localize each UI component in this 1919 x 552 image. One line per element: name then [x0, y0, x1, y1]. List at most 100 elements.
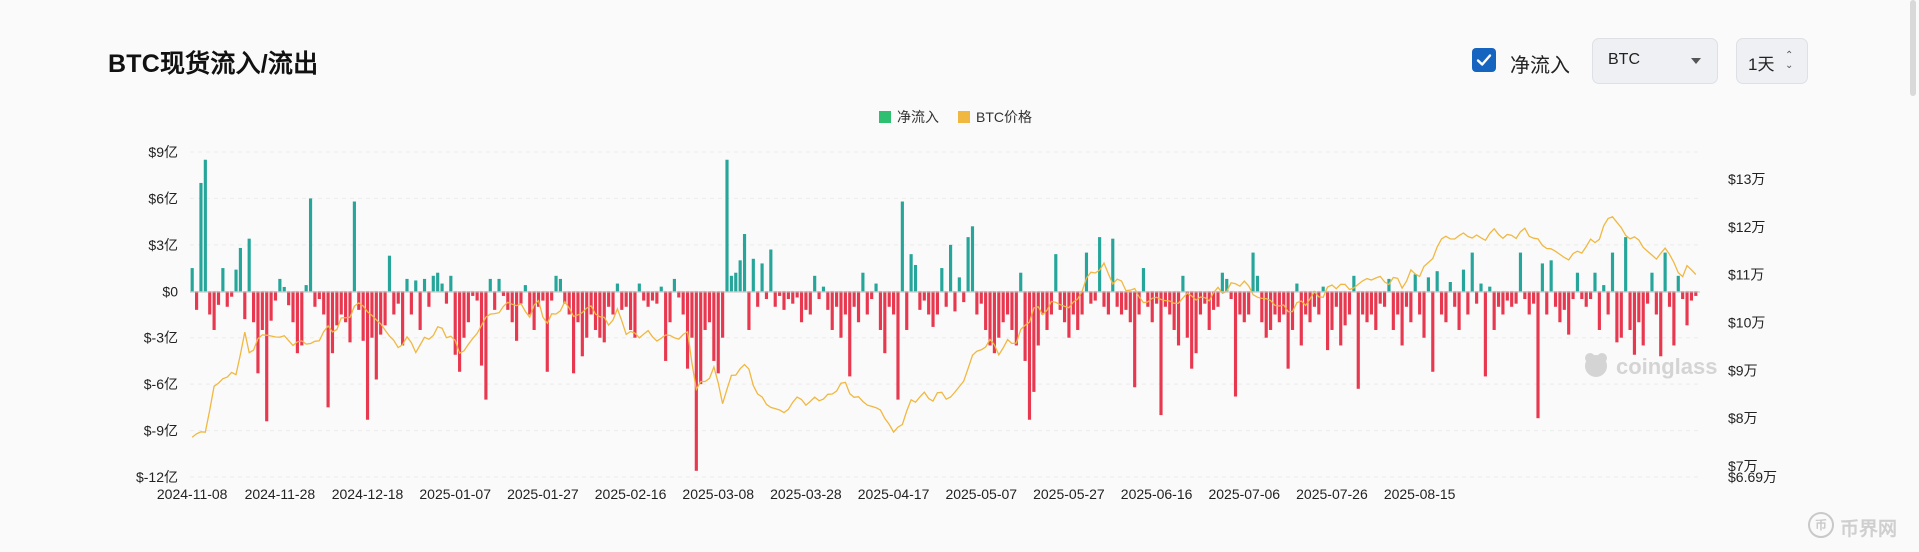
legend-label-netflow[interactable]: 净流入 — [897, 109, 939, 125]
netflow-bar — [856, 291, 861, 323]
x-tick-label: 2025-05-07 — [945, 486, 1017, 502]
netflow-bar — [1005, 291, 1010, 315]
netflow-bar — [672, 278, 676, 292]
netflow-bar — [1172, 291, 1176, 330]
netflow-bar — [401, 291, 405, 346]
netflow-bar — [1488, 286, 1492, 292]
netflow-bar — [1659, 291, 1663, 357]
y-right-axis: $13万$12万$11万$10万$9万$8万$7万$6.69万 — [1728, 171, 1777, 485]
coinglass-watermark: coinglass — [1585, 353, 1717, 379]
y-left-tick-label: $-3亿 — [144, 330, 178, 346]
netflow-bar — [935, 291, 940, 315]
checkmark-icon — [1476, 54, 1492, 66]
netflow-bar — [572, 291, 576, 374]
y-right-tick-label: $8万 — [1728, 410, 1758, 426]
asset-select[interactable]: BTC — [1592, 38, 1718, 84]
netflow-bar — [1326, 291, 1330, 351]
netflow-bar — [497, 278, 501, 292]
netflow-bar — [988, 291, 992, 346]
netflow-bar — [839, 291, 843, 338]
netflow-bar — [1141, 268, 1146, 292]
netflow-bar — [282, 286, 286, 292]
y-left-tick-label: $-12亿 — [136, 469, 178, 485]
netflow-bar — [383, 291, 387, 326]
netflow-bar — [835, 291, 839, 307]
netflow-bar — [637, 283, 641, 292]
netflow-bar — [782, 291, 786, 310]
interval-select[interactable]: 1天 ⌃ ⌄ — [1736, 38, 1808, 84]
netflow-bar — [1632, 291, 1637, 355]
netflow-bar — [1159, 291, 1163, 416]
netflow-bar — [418, 291, 422, 330]
netflow-bar — [1689, 291, 1694, 301]
netflow-bar — [405, 278, 409, 292]
page-scrollbar[interactable] — [1910, 0, 1916, 96]
y-left-tick-label: $0 — [162, 283, 178, 299]
netflow-bar — [716, 291, 720, 374]
netflow-bar — [221, 268, 225, 292]
netflow-bars — [190, 159, 1698, 471]
netflow-bar — [1365, 291, 1369, 323]
netflow-bar — [251, 291, 256, 323]
netflow-bar — [681, 291, 685, 315]
netflow-checkbox[interactable] — [1472, 48, 1496, 72]
netflow-bar — [905, 291, 909, 330]
netflow-bar — [742, 234, 747, 292]
netflow-bar — [913, 264, 918, 292]
netflow-bar — [1067, 291, 1071, 338]
netflow-bar — [1514, 291, 1518, 304]
netflow-label[interactable]: 净流入 — [1510, 49, 1570, 78]
y-left-axis: $9亿 $6亿 $3亿 $0 $-3亿 $-6亿 $-9亿 $-12亿 — [136, 144, 178, 485]
btc-price-line — [191, 216, 1697, 438]
netflow-bar — [1378, 291, 1382, 304]
netflow-bar — [756, 291, 760, 307]
netflow-bar — [1190, 291, 1194, 369]
netflow-bar — [1628, 291, 1632, 330]
netflow-bar — [409, 291, 413, 315]
netflow-bar — [1010, 291, 1014, 330]
netflow-bar — [1216, 291, 1220, 307]
netflow-bar — [821, 286, 826, 292]
netflow-bar — [532, 291, 536, 330]
netflow-bar — [458, 291, 462, 372]
netflow-bar — [484, 291, 488, 400]
netflow-bar — [659, 286, 663, 292]
netflow-bar — [550, 291, 554, 301]
x-tick-label: 2025-03-08 — [682, 486, 754, 502]
y-right-tick-label: $11万 — [1728, 267, 1764, 283]
legend-label-btc-price[interactable]: BTC价格 — [976, 109, 1032, 125]
netflow-bar — [1391, 291, 1395, 330]
netflow-bar — [1282, 291, 1286, 315]
netflow-bar — [887, 291, 891, 307]
updown-chevron-icon: ⌃ ⌄ — [1785, 50, 1794, 71]
y-left-tick-label: $9亿 — [148, 144, 178, 160]
netflow-bar — [813, 275, 817, 292]
netflow-bar — [1019, 272, 1023, 292]
netflow-bar — [826, 291, 830, 310]
netflow-bar — [685, 291, 690, 369]
netflow-bar — [1133, 291, 1137, 388]
netflow-bar — [379, 291, 383, 335]
netflow-bar — [1650, 272, 1654, 292]
netflow-bar — [1198, 291, 1203, 315]
netflow-bar — [900, 201, 904, 292]
netflow-bar — [690, 291, 694, 338]
netflow-bar — [238, 247, 242, 292]
netflow-bar — [339, 291, 343, 315]
netflow-bar — [256, 291, 260, 374]
netflow-bar — [729, 275, 733, 292]
netflow-bar — [1663, 252, 1667, 292]
netflow-bar — [1128, 291, 1132, 323]
x-tick-label: 2025-05-27 — [1033, 486, 1105, 502]
netflow-bar — [633, 291, 637, 338]
netflow-bar — [1505, 291, 1509, 301]
netflow-bar — [1181, 275, 1185, 292]
netflow-bar — [1207, 291, 1211, 330]
netflow-bar — [295, 291, 299, 354]
netflow-bar — [747, 291, 751, 330]
netflow-bar — [422, 278, 427, 292]
y-right-tick-label: $6.69万 — [1728, 469, 1777, 485]
netflow-bar — [326, 291, 330, 408]
netflow-bar — [707, 291, 712, 323]
netflow-bar — [1168, 291, 1172, 315]
